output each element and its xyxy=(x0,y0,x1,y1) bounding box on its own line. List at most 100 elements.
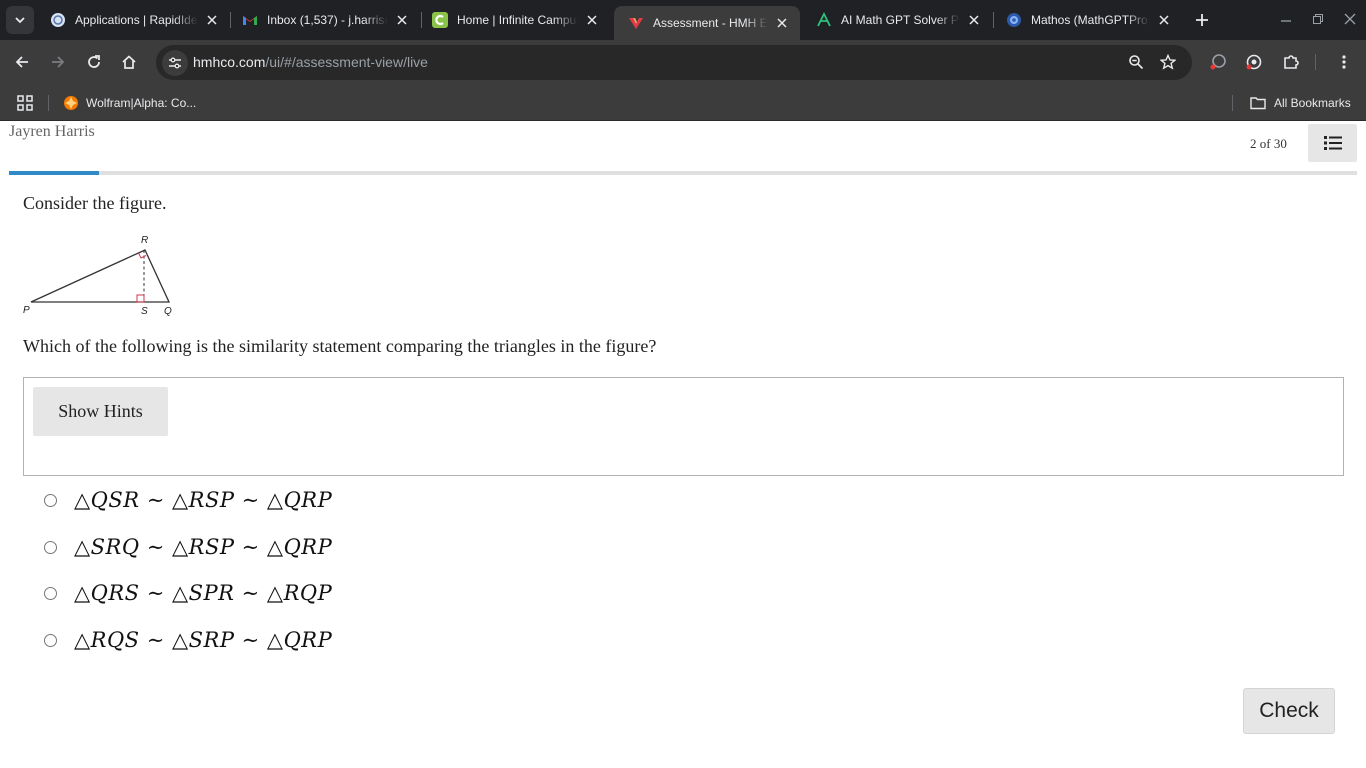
tab-title: AI Math GPT Solver Po xyxy=(841,13,960,27)
reload-icon xyxy=(88,55,100,68)
list-icon xyxy=(1323,136,1342,150)
new-tab-button[interactable] xyxy=(1192,10,1212,30)
assessment-page: Jayren Harris 2 of 30 Consider the figur… xyxy=(0,121,1366,768)
zoom-button[interactable] xyxy=(1124,50,1148,74)
puzzle-icon xyxy=(1284,55,1299,69)
bookmark-wolfram[interactable]: Wolfram|Alpha: Co... xyxy=(63,85,196,121)
radio-button[interactable] xyxy=(44,540,57,554)
rapididentity-icon xyxy=(51,13,65,27)
right-angle-mark-s xyxy=(136,294,145,303)
tab-ai-math-gpt[interactable]: AI Math GPT Solver Po xyxy=(802,0,992,40)
tab-infinite-campus[interactable]: Home | Infinite Campus xyxy=(418,0,610,40)
extension-button-1[interactable] xyxy=(1206,50,1230,74)
answer-choice-4[interactable]: △RQS ∼ △SRP ∼ △QRP xyxy=(44,625,332,655)
restore-button[interactable] xyxy=(1306,8,1330,30)
progress-bar xyxy=(9,171,1357,175)
bookmarks-separator xyxy=(1232,95,1233,111)
tab-gmail[interactable]: Inbox (1,537) - j.harris@ xyxy=(228,0,420,40)
restore-icon xyxy=(1313,14,1323,24)
bookmarks-separator xyxy=(48,95,49,111)
address-bar[interactable]: hmhco.com/ui/#/assessment-view/live xyxy=(156,45,1192,80)
minimize-icon xyxy=(1281,20,1291,22)
show-hints-button[interactable]: Show Hints xyxy=(33,387,168,436)
answer-choice-2[interactable]: △SRQ ∼ △RSP ∼ △QRP xyxy=(44,532,332,562)
radio-button[interactable] xyxy=(44,493,57,507)
label-p: P xyxy=(23,305,30,316)
radio-button[interactable] xyxy=(44,633,57,647)
choice-label: △RQS ∼ △SRP ∼ △QRP xyxy=(74,628,333,652)
plus-icon xyxy=(1196,14,1208,26)
tab-title: Applications | RapidIdentity xyxy=(75,13,198,27)
all-bookmarks-label: All Bookmarks xyxy=(1274,96,1351,110)
question-prompt: Consider the figure. xyxy=(23,193,167,213)
close-tab-icon[interactable] xyxy=(584,12,600,28)
triangle-pqr xyxy=(30,249,171,303)
site-info-button[interactable] xyxy=(162,50,188,76)
hints-panel: Show Hints xyxy=(23,377,1344,476)
student-name: Jayren Harris xyxy=(9,123,95,140)
browser-toolbar: hmhco.com/ui/#/assessment-view/live xyxy=(0,40,1366,85)
answer-choice-3[interactable]: △QRS ∼ △SPR ∼ △RQP xyxy=(44,578,332,608)
extension-button-2[interactable] xyxy=(1242,50,1266,74)
more-vert-icon xyxy=(1342,55,1346,69)
tab-title: Mathos (MathGPTPro) xyxy=(1031,13,1150,27)
extensions-button[interactable] xyxy=(1279,50,1303,74)
choice-label: △QRS ∼ △SPR ∼ △RQP xyxy=(74,581,333,605)
wolfram-icon xyxy=(64,96,78,110)
infinite-campus-icon xyxy=(432,12,448,28)
tab-rapididentity[interactable]: Applications | RapidIdentity xyxy=(36,0,230,40)
mathos-icon xyxy=(1007,13,1021,27)
tune-icon xyxy=(169,57,181,69)
tab-title: Inbox (1,537) - j.harris@ xyxy=(267,13,388,27)
star-icon xyxy=(1160,54,1176,70)
close-window-button[interactable] xyxy=(1338,8,1362,30)
toolbar-separator xyxy=(1315,54,1316,70)
close-tab-icon[interactable] xyxy=(1156,12,1172,28)
close-tab-icon[interactable] xyxy=(394,12,410,28)
apps-grid-icon xyxy=(17,95,33,111)
extension-gear-icon xyxy=(1246,54,1262,70)
check-button[interactable]: Check xyxy=(1243,688,1335,734)
bookmark-star-button[interactable] xyxy=(1156,50,1180,74)
label-r: R xyxy=(141,235,148,246)
question-counter: 2 of 30 xyxy=(1250,136,1287,151)
tab-search-button[interactable] xyxy=(6,6,34,34)
url-path: /ui/#/assessment-view/live xyxy=(265,54,428,70)
triangle-figure: R P S Q xyxy=(23,235,172,317)
question-text: Which of the following is the similarity… xyxy=(23,336,657,356)
all-bookmarks-button[interactable]: All Bookmarks xyxy=(1250,85,1351,121)
tab-hmh-assessment[interactable]: Assessment - HMH Ed xyxy=(614,6,800,40)
arrow-left-icon xyxy=(15,56,28,68)
reload-button[interactable] xyxy=(82,50,106,74)
label-s: S xyxy=(141,306,148,317)
tab-mathos[interactable]: Mathos (MathGPTPro) xyxy=(992,0,1182,40)
close-tab-icon[interactable] xyxy=(204,12,220,28)
question-list-button[interactable] xyxy=(1308,124,1357,162)
close-tab-icon[interactable] xyxy=(774,15,790,31)
answer-choice-1[interactable]: △QSR ∼ △RSP ∼ △QRP xyxy=(44,485,332,515)
extension-chat-icon xyxy=(1210,54,1226,70)
label-q: Q xyxy=(164,306,172,317)
apps-button[interactable] xyxy=(16,85,34,121)
math-gpt-icon xyxy=(817,12,831,27)
arrow-right-icon xyxy=(52,56,65,68)
home-button[interactable] xyxy=(117,50,141,74)
tab-title: Assessment - HMH Ed xyxy=(653,16,768,30)
zoom-out-icon xyxy=(1129,55,1144,70)
folder-icon xyxy=(1250,97,1266,110)
back-button[interactable] xyxy=(10,50,34,74)
url-host: hmhco.com xyxy=(193,54,266,70)
url-text: hmhco.com/ui/#/assessment-view/live xyxy=(193,54,428,70)
right-angle-mark-r xyxy=(138,252,147,259)
minimize-button[interactable] xyxy=(1274,8,1298,30)
browser-menu-button[interactable] xyxy=(1332,50,1356,74)
close-tab-icon[interactable] xyxy=(966,12,982,28)
radio-button[interactable] xyxy=(44,586,57,600)
bookmark-label: Wolfram|Alpha: Co... xyxy=(86,96,197,110)
gmail-icon xyxy=(243,16,257,25)
hmh-icon xyxy=(629,18,643,29)
chevron-down-icon xyxy=(15,17,25,24)
forward-button[interactable] xyxy=(46,50,70,74)
choice-label: △SRQ ∼ △RSP ∼ △QRP xyxy=(74,535,333,559)
choice-label: △QSR ∼ △RSP ∼ △QRP xyxy=(74,488,333,512)
